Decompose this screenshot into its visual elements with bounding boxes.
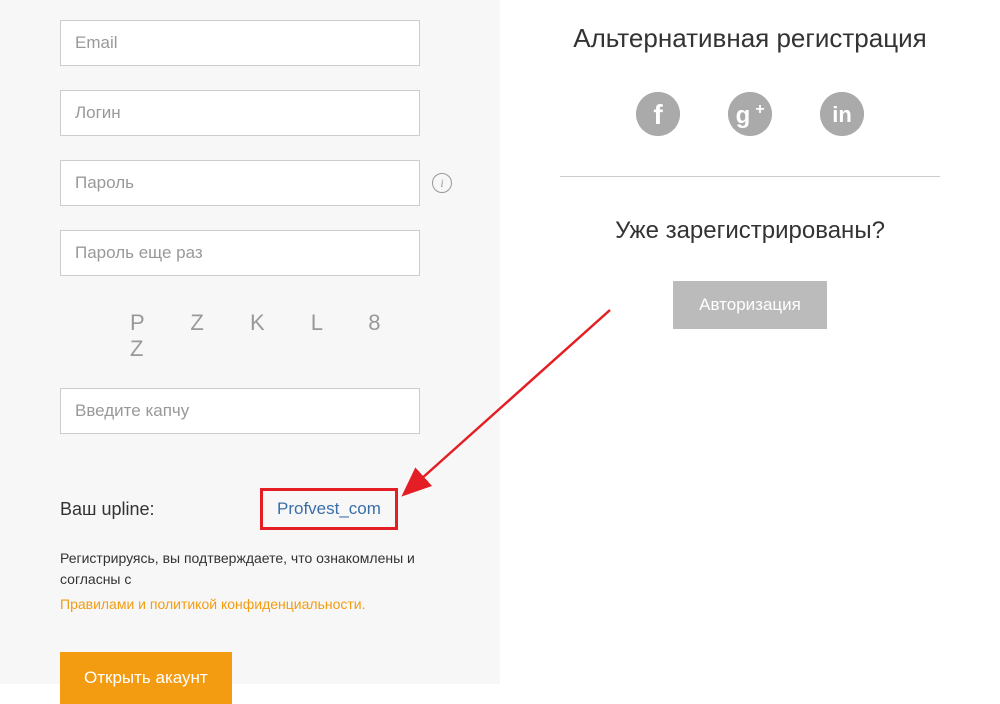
alternative-panel: Альтернативная регистрация f g+ in Уже з… (500, 0, 1000, 684)
social-icons-row: f g+ in (540, 92, 960, 136)
svg-text:g: g (736, 102, 751, 129)
googleplus-icon[interactable]: g+ (728, 92, 772, 136)
svg-text:in: in (832, 102, 852, 127)
registration-form-panel: i P Z K L 8 Z Ваш upline: Profvest_com Р… (0, 0, 500, 684)
upline-label: Ваш upline: (60, 499, 260, 520)
submit-button[interactable]: Открыть акаунт (60, 652, 232, 704)
divider (560, 176, 940, 177)
password-input[interactable] (60, 160, 420, 206)
password-repeat-input[interactable] (60, 230, 420, 276)
captcha-display: P Z K L 8 Z (130, 310, 460, 362)
agreement-text: Регистрируясь, вы подтверждаете, что озн… (60, 548, 460, 590)
login-input[interactable] (60, 90, 420, 136)
linkedin-icon[interactable]: in (820, 92, 864, 136)
login-button[interactable]: Авторизация (673, 281, 827, 329)
agreement-link[interactable]: Правилами и политикой конфиденциальности… (60, 596, 460, 612)
alt-registration-title: Альтернативная регистрация (540, 20, 960, 56)
email-input[interactable] (60, 20, 420, 66)
upline-value: Profvest_com (260, 488, 398, 530)
password-row: i (60, 160, 460, 230)
already-registered-title: Уже зарегистрированы? (540, 217, 960, 245)
svg-text:f: f (653, 99, 663, 130)
info-icon[interactable]: i (432, 173, 452, 193)
svg-text:+: + (755, 101, 764, 118)
captcha-input[interactable] (60, 388, 420, 434)
facebook-icon[interactable]: f (636, 92, 680, 136)
upline-row: Ваш upline: Profvest_com (60, 488, 460, 530)
